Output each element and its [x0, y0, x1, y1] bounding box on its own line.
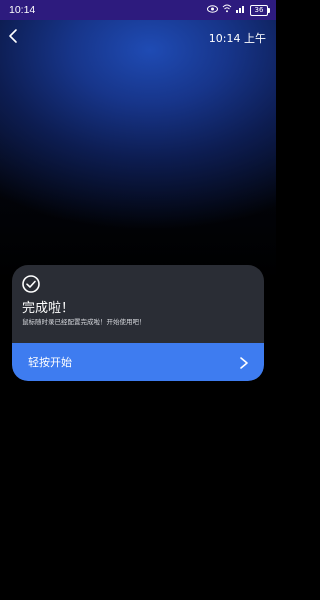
completion-card: 完成啦！ 鼠标随时录已经配置完成啦！开始使用吧！ 轻按开始: [12, 265, 264, 381]
status-bar: 10:14 36: [0, 0, 276, 20]
wifi-icon: [222, 4, 232, 16]
back-arrow-icon[interactable]: [6, 28, 22, 44]
header-clock: 10:14 上午: [208, 32, 266, 45]
start-button-label: 轻按开始: [28, 356, 72, 369]
signal-icon: [236, 4, 246, 16]
check-circle-icon: [22, 275, 40, 293]
status-icons: 36: [207, 4, 270, 16]
status-time: 10:14: [9, 4, 36, 16]
completion-subtitle: 鼠标随时录已经配置完成啦！开始使用吧！: [22, 318, 146, 326]
battery-icon: 36: [250, 4, 270, 16]
eye-icon: [207, 4, 218, 16]
completion-title: 完成啦！: [22, 301, 75, 316]
chevron-right-icon: [238, 355, 250, 369]
setup-complete-screen: 10:14 上午 完成啦！ 鼠标随时录已经配置完成啦！开始使用吧！ 轻按开始: [0, 20, 276, 600]
tap-to-start-button[interactable]: 轻按开始: [12, 343, 264, 381]
